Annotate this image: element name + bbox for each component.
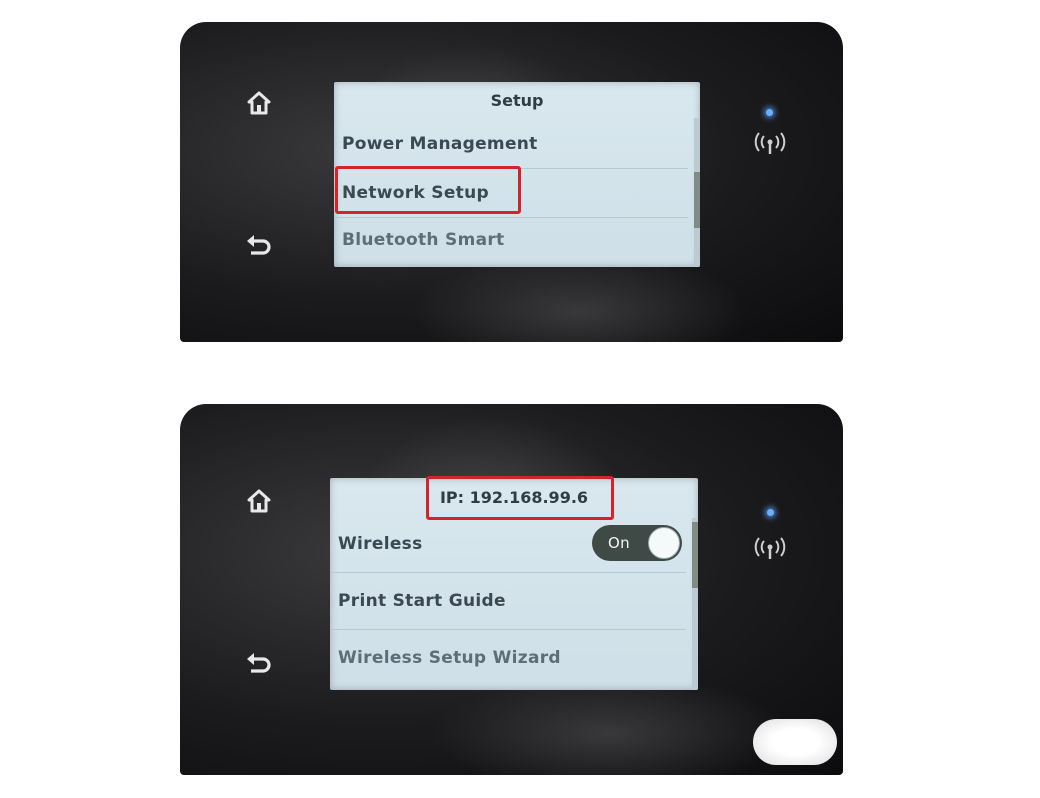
- wireless-status-led: [767, 509, 774, 516]
- menu-item-wireless[interactable]: Wireless On: [330, 516, 686, 573]
- highlight-box-ip-address: [426, 476, 614, 520]
- printer-panel-network: IP: 192.168.99.6 Wireless On Print Start…: [180, 404, 843, 775]
- home-icon: [247, 91, 271, 115]
- back-arrow-icon: [247, 235, 271, 255]
- wireless-toggle-label: On: [608, 534, 630, 552]
- wireless-toggle-knob: [648, 527, 680, 559]
- wireless-antenna-icon[interactable]: [752, 536, 788, 564]
- highlight-box-network-setup: [335, 166, 521, 214]
- menu-item-wireless-label: Wireless: [338, 534, 423, 554]
- light-reflection: [753, 719, 837, 765]
- menu-item-wireless-setup-wizard[interactable]: Wireless Setup Wizard: [330, 630, 686, 686]
- menu-item-print-start-guide[interactable]: Print Start Guide: [330, 573, 686, 630]
- home-button[interactable]: [242, 484, 276, 518]
- home-icon: [247, 489, 271, 513]
- back-button[interactable]: [242, 646, 276, 680]
- scrollbar-thumb[interactable]: [692, 522, 698, 588]
- wireless-antenna-icon[interactable]: [752, 132, 788, 158]
- wireless-status-led: [766, 109, 773, 116]
- printer-panel-setup: Setup Power Management Network Setup Blu…: [180, 22, 843, 342]
- back-arrow-icon: [247, 653, 271, 673]
- wireless-toggle[interactable]: On: [592, 525, 682, 561]
- menu-item-bluetooth-smart[interactable]: Bluetooth Smart: [334, 218, 688, 262]
- screen-title: Setup: [490, 91, 544, 110]
- scrollbar-thumb[interactable]: [694, 172, 700, 228]
- home-button[interactable]: [242, 86, 276, 120]
- back-button[interactable]: [242, 228, 276, 262]
- menu-item-power-management[interactable]: Power Management: [334, 120, 688, 169]
